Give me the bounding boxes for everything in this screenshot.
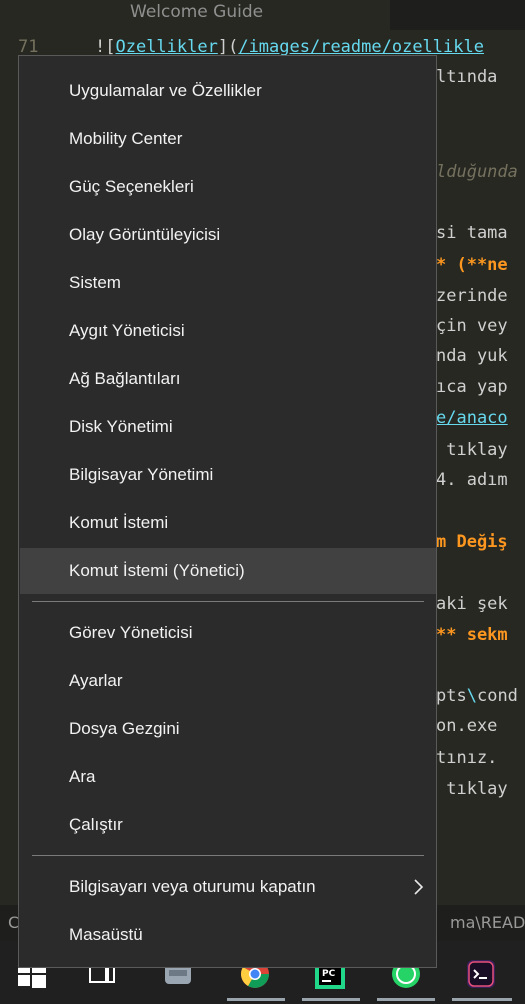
menu-item-task-manager[interactable]: Görev Yöneticisi (20, 610, 436, 656)
menu-item-command-prompt-admin[interactable]: Komut İstemi (Yönetici) (20, 548, 436, 594)
code-fragment: ltında (436, 67, 498, 87)
menu-item-desktop[interactable]: Masaüstü (20, 912, 436, 958)
taskbar-active-indicator (227, 998, 285, 1001)
code-fragment: si tama (436, 223, 508, 243)
menu-item-device-manager[interactable]: Aygıt Yöneticisi (20, 308, 436, 354)
code-fragment: aki şek (436, 594, 508, 614)
code-fragment: pts\cond (436, 686, 518, 706)
tab-welcome-guide[interactable]: Welcome Guide (0, 0, 390, 30)
editor-tab-bar: Welcome Guide (0, 0, 525, 30)
status-file-path: ma\READM (450, 913, 525, 932)
menu-item-computer-management[interactable]: Bilgisayar Yönetimi (20, 452, 436, 498)
code-fragment: zerinde (436, 286, 508, 306)
chevron-right-icon (414, 879, 424, 895)
code-fragment: çin vey (436, 316, 508, 336)
code-fragment: lduğunda (436, 162, 518, 182)
menu-item-shutdown-signout[interactable]: Bilgisayarı veya oturumu kapatın (20, 864, 436, 910)
svg-text:PC: PC (322, 969, 336, 979)
taskbar-active-indicator (302, 998, 360, 1001)
code-fragment: ıca yap (436, 377, 508, 397)
menu-item-command-prompt[interactable]: Komut İstemi (20, 500, 436, 546)
menu-item-file-explorer[interactable]: Dosya Gezgini (20, 706, 436, 752)
menu-item-network-connections[interactable]: Ağ Bağlantıları (20, 356, 436, 402)
tab-title: Welcome Guide (130, 2, 264, 22)
code-fragment: tıklay (436, 779, 508, 799)
code-fragment: 4. adım (436, 470, 508, 490)
code-fragment: on.exe (436, 716, 498, 736)
menu-separator (32, 855, 424, 856)
menu-item-power-options[interactable]: Güç Seçenekleri (20, 164, 436, 210)
terminal-icon[interactable] (465, 958, 497, 990)
code-fragment: tıklay (436, 440, 508, 460)
code-fragment: e/anaco (436, 408, 508, 428)
menu-item-mobility-center[interactable]: Mobility Center (20, 116, 436, 162)
menu-separator (32, 601, 424, 602)
code-fragment: tınız. (436, 748, 498, 768)
line-number: 71 (18, 37, 39, 57)
menu-item-search[interactable]: Ara (20, 754, 436, 800)
winx-context-menu: Uygulamalar ve Özellikler Mobility Cente… (18, 55, 437, 968)
code-fragment: nda yuk (436, 346, 508, 366)
menu-item-apps-features[interactable]: Uygulamalar ve Özellikler (20, 68, 436, 114)
code-fragment: ** sekm (436, 625, 508, 645)
taskbar-active-indicator (452, 998, 512, 1001)
menu-item-event-viewer[interactable]: Olay Görüntüleyicisi (20, 212, 436, 258)
code-fragment: * (**ne (436, 255, 508, 275)
menu-item-run[interactable]: Çalıştır (20, 802, 436, 848)
taskbar-active-indicator (377, 998, 435, 1001)
menu-item-system[interactable]: Sistem (20, 260, 436, 306)
code-line-71: ![Ozellikler](/images/readme/ozellikle (95, 37, 484, 57)
menu-item-settings[interactable]: Ayarlar (20, 658, 436, 704)
code-fragment: m Değiş (436, 532, 508, 552)
menu-item-disk-management[interactable]: Disk Yönetimi (20, 404, 436, 450)
